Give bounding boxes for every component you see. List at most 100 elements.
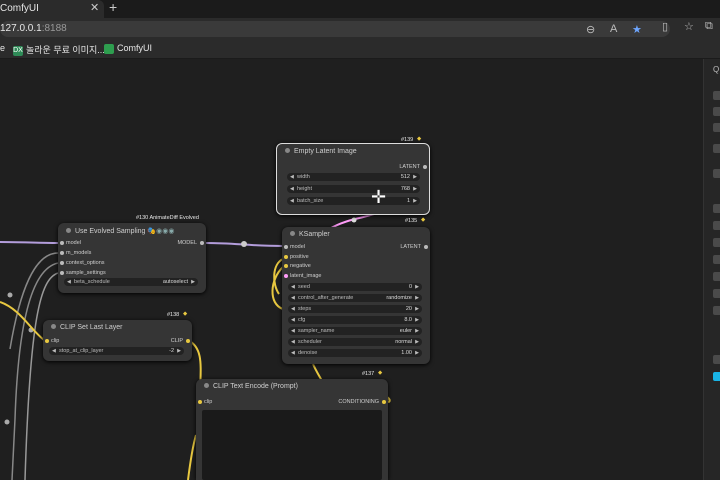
output-latent-port[interactable] — [423, 165, 427, 169]
increment-icon[interactable]: ▶ — [413, 185, 417, 193]
panel-control[interactable] — [713, 306, 720, 315]
panel-control[interactable] — [713, 355, 720, 364]
decrement-icon[interactable]: ◀ — [290, 197, 294, 205]
widget-cfg[interactable]: ◀ cfg 8.0 ▶ — [288, 316, 422, 324]
increment-icon[interactable]: ▶ — [415, 294, 419, 302]
input-context-port[interactable] — [60, 261, 64, 265]
node-clip-text-encode[interactable]: CLIP Text Encode (Prompt) clip CONDITION… — [196, 379, 388, 480]
increment-icon[interactable]: ▶ — [415, 305, 419, 313]
input-sample-settings-label: sample_settings — [66, 270, 106, 276]
panel-control[interactable] — [713, 204, 720, 213]
increment-icon[interactable]: ▶ — [415, 338, 419, 346]
input-negative-port[interactable] — [284, 264, 288, 268]
input-latent-image-port[interactable] — [284, 274, 288, 278]
decrement-icon[interactable]: ◀ — [291, 305, 295, 313]
panel-control[interactable] — [713, 123, 720, 132]
panel-control[interactable] — [713, 169, 720, 178]
decrement-icon[interactable]: ◀ — [291, 327, 295, 335]
increment-icon[interactable]: ▶ — [415, 316, 419, 324]
bookmark-free-images[interactable]: DX 놀라운 무료 이미지... — [13, 43, 105, 56]
tab-comfyui[interactable]: ComfyUI ✕ — [0, 0, 104, 18]
widget-beta-schedule[interactable]: ◀ beta_schedule autoselect ▶ — [64, 278, 198, 286]
favorite-star-icon[interactable]: ★ — [632, 23, 642, 36]
input-model-port[interactable] — [284, 245, 288, 249]
url-field[interactable]: 127.0.0.1:8188 ⊖ A ★ — [0, 21, 670, 37]
panel-control[interactable] — [713, 91, 720, 100]
output-conditioning-port[interactable] — [382, 400, 386, 404]
node-title: KSampler — [299, 231, 330, 238]
widget-seed[interactable]: ◀ seed 0 ▶ — [288, 283, 422, 291]
input-clip-port[interactable] — [198, 400, 202, 404]
increment-icon[interactable]: ▶ — [415, 283, 419, 291]
increment-icon[interactable]: ▶ — [413, 173, 417, 181]
bookmark-comfyui[interactable]: ComfyUI — [104, 43, 152, 54]
zoom-icon[interactable]: ⊖ — [586, 23, 595, 36]
favorites-icon[interactable]: ☆ — [684, 20, 694, 33]
widget-sampler-name[interactable]: ◀ sampler_name euler ▶ — [288, 327, 422, 335]
input-positive-port[interactable] — [284, 255, 288, 259]
widget-name: seed — [298, 284, 310, 290]
decrement-icon[interactable]: ◀ — [291, 283, 295, 291]
panel-control[interactable] — [713, 144, 720, 153]
panel-control[interactable] — [713, 238, 720, 247]
queue-icon[interactable]: Q — [713, 65, 719, 74]
read-aloud-icon[interactable]: A — [610, 23, 617, 35]
input-m-models-port[interactable] — [60, 251, 64, 255]
input-sample-settings-port[interactable] — [60, 271, 64, 275]
widget-height[interactable]: ◀ height 768 ▶ — [287, 185, 420, 193]
decrement-icon[interactable]: ◀ — [291, 294, 295, 302]
node-title: CLIP Set Last Layer — [60, 324, 123, 331]
collapse-dot-icon[interactable] — [285, 148, 290, 153]
collections-icon[interactable]: ⧉ — [705, 20, 713, 33]
widget-batch-size[interactable]: ◀ batch_size 1 ▶ — [287, 197, 420, 205]
node-clip-set-last-layer[interactable]: CLIP Set Last Layer clip CLIP ◀ stop_at_c… — [43, 320, 192, 361]
output-model-port[interactable] — [200, 241, 204, 245]
widget-denoise[interactable]: ◀ denoise 1.00 ▶ — [288, 349, 422, 357]
widget-name: denoise — [298, 350, 318, 356]
node-ksampler[interactable]: KSampler model positive negative latent_… — [282, 227, 430, 364]
node-badge-icon: ◆ — [421, 217, 426, 223]
widget-steps[interactable]: ◀ steps 20 ▶ — [288, 305, 422, 313]
collapse-dot-icon[interactable] — [290, 231, 295, 236]
output-latent-port[interactable] — [424, 245, 428, 249]
decrement-icon[interactable]: ◀ — [291, 316, 295, 324]
prompt-textarea[interactable] — [202, 410, 382, 480]
node-empty-latent-image[interactable]: Empty Latent Image LATENT ◀ width 512 ▶ ◀ he… — [276, 143, 430, 215]
increment-icon[interactable]: ▶ — [413, 197, 417, 205]
decrement-icon[interactable]: ◀ — [52, 347, 56, 355]
decrement-icon[interactable]: ◀ — [291, 349, 295, 357]
node-use-evolved-sampling[interactable]: Use Evolved Sampling 🎭◉◉◉ model m_models… — [58, 223, 206, 293]
panel-control[interactable] — [713, 289, 720, 298]
increment-icon[interactable]: ▶ — [415, 327, 419, 335]
increment-icon[interactable]: ▶ — [177, 347, 181, 355]
output-clip-port[interactable] — [186, 339, 190, 343]
decrement-icon[interactable]: ◀ — [290, 185, 294, 193]
input-model-port[interactable] — [60, 241, 64, 245]
output-latent-label: LATENT — [400, 244, 421, 250]
queue-prompt-button[interactable] — [713, 372, 720, 381]
panel-control[interactable] — [713, 107, 720, 116]
collapse-dot-icon[interactable] — [204, 383, 209, 388]
panel-control[interactable] — [713, 255, 720, 264]
node-graph-canvas[interactable]: Empty Latent Image LATENT ◀ width 512 ▶ ◀ he… — [0, 59, 703, 480]
node-id-137: #137 — [362, 371, 375, 377]
increment-icon[interactable]: ▶ — [415, 349, 419, 357]
split-screen-icon[interactable]: ▯ — [662, 20, 668, 33]
panel-control[interactable] — [713, 272, 720, 281]
close-tab-icon[interactable]: ✕ — [90, 1, 99, 14]
increment-icon[interactable]: ▶ — [191, 278, 195, 286]
widget-width[interactable]: ◀ width 512 ▶ — [287, 173, 420, 181]
new-tab-button[interactable]: + — [109, 0, 117, 15]
decrement-icon[interactable]: ◀ — [290, 173, 294, 181]
collapse-dot-icon[interactable] — [66, 228, 71, 233]
widget-control-after-generate[interactable]: ◀ control_after_generate randomize ▶ — [288, 294, 422, 302]
node-badge-icon: ◆ — [417, 136, 422, 142]
widget-stop-at-clip-layer[interactable]: ◀ stop_at_clip_layer -2 ▶ — [49, 347, 184, 355]
panel-control[interactable] — [713, 221, 720, 230]
input-clip-port[interactable] — [45, 339, 49, 343]
widget-scheduler[interactable]: ◀ scheduler normal ▶ — [288, 338, 422, 346]
decrement-icon[interactable]: ◀ — [67, 278, 71, 286]
bookmark-partial[interactable]: e — [0, 43, 5, 53]
decrement-icon[interactable]: ◀ — [291, 338, 295, 346]
collapse-dot-icon[interactable] — [51, 324, 56, 329]
